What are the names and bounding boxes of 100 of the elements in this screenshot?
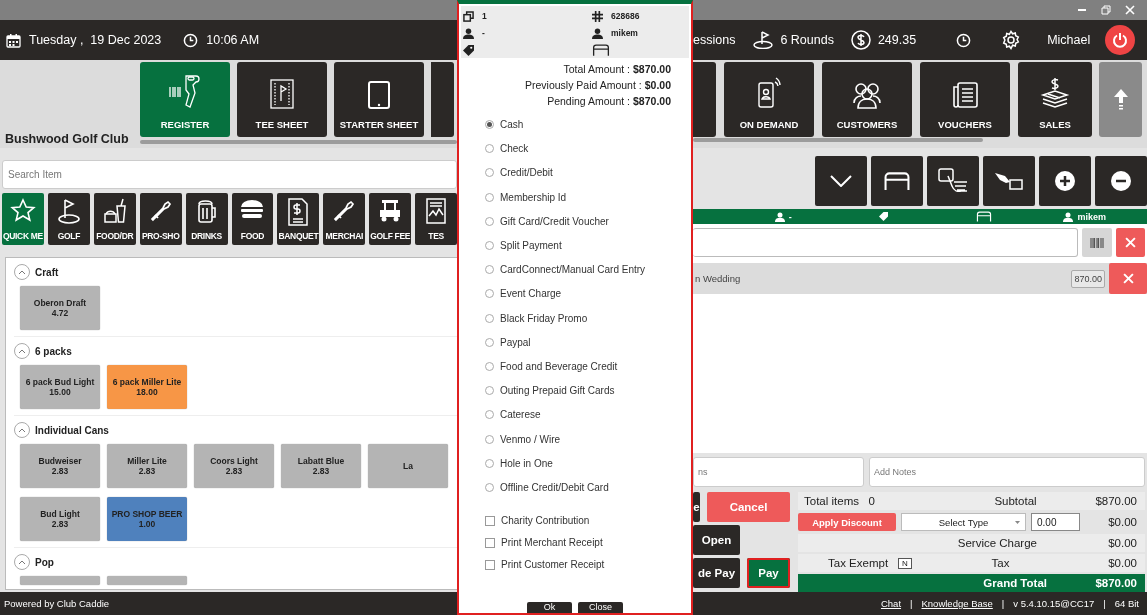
- scrollbar[interactable]: [140, 140, 457, 144]
- product-button[interactable]: Bud Light 2.83: [20, 497, 100, 541]
- payment-method-option[interactable]: Black Friday Promo: [485, 309, 691, 327]
- product-button[interactable]: Miller Lite 2.83: [107, 444, 187, 488]
- remove-button[interactable]: [1095, 156, 1147, 206]
- payment-method-option[interactable]: Hole in One: [485, 454, 691, 472]
- minus-icon: [1110, 170, 1132, 192]
- nav-tile[interactable]: CUSTOMERS: [822, 62, 912, 137]
- barcode-field[interactable]: [693, 228, 1078, 257]
- nav-tile[interactable]: SALES: [1018, 62, 1092, 137]
- option-checkbox-row[interactable]: Charity Contribution: [485, 512, 691, 530]
- payment-method-option[interactable]: Paypal: [485, 333, 691, 351]
- close-button[interactable]: [1125, 5, 1135, 15]
- collapse-button[interactable]: [14, 422, 30, 438]
- category-tab[interactable]: PRO-SHO: [139, 193, 182, 245]
- checkbox[interactable]: [485, 537, 495, 548]
- product-button[interactable]: 6 pack Miller Lite 18.00: [107, 365, 187, 409]
- category-tab[interactable]: TES: [415, 193, 457, 245]
- payment-method-option[interactable]: Cash: [485, 116, 691, 134]
- footer-link[interactable]: Chat: [880, 598, 902, 609]
- payment-method-option[interactable]: CardConnect/Manual Card Entry: [485, 261, 691, 279]
- payment-method-option[interactable]: Venmo / Wire: [485, 430, 691, 448]
- footer-link[interactable]: Knowledge Base: [921, 598, 993, 609]
- payment-method-option[interactable]: Credit/Debit: [485, 164, 691, 182]
- dialog-button[interactable]: Close: [578, 602, 623, 613]
- scrollbar[interactable]: [693, 138, 983, 142]
- checkbox[interactable]: [485, 515, 495, 526]
- product-button[interactable]: Oberon Draft 4.72: [20, 286, 100, 330]
- category-tab[interactable]: GOLF FEE: [369, 193, 412, 245]
- invoice-icon: [287, 198, 310, 226]
- category-tab[interactable]: QUICK ME: [2, 193, 44, 245]
- payment-method-option[interactable]: Event Charge: [485, 285, 691, 303]
- people-icon: [851, 81, 883, 109]
- restore-icon: [1101, 5, 1111, 15]
- expand-button[interactable]: [815, 156, 867, 206]
- category-tab[interactable]: FOOD: [231, 193, 274, 245]
- product-button[interactable]: Budweiser 2.83: [20, 444, 100, 488]
- chevron-up-icon: [18, 269, 26, 275]
- history-button[interactable]: [956, 32, 972, 48]
- category-tab[interactable]: MERCHAI: [323, 193, 366, 245]
- minimize-button[interactable]: [1077, 9, 1087, 11]
- nav-tile[interactable]: [693, 62, 716, 137]
- action-button[interactable]: e: [693, 492, 700, 522]
- payment-method-option[interactable]: Offline Credit/Debit Card: [485, 478, 691, 496]
- payment-method-option[interactable]: Gift Card/Credit Voucher: [485, 212, 691, 230]
- section-title: Individual Cans: [35, 424, 109, 436]
- category-tab[interactable]: BANQUET: [277, 193, 320, 245]
- customer-text: -: [482, 28, 485, 38]
- action-button[interactable]: Pay: [747, 558, 790, 588]
- tax-exempt-toggle[interactable]: N: [898, 557, 912, 569]
- collapse-button[interactable]: [14, 264, 30, 280]
- payment-method-option[interactable]: Membership Id: [485, 188, 691, 206]
- action-button[interactable]: Open: [693, 525, 740, 555]
- option-checkbox-row[interactable]: Print Merchant Receipt: [485, 534, 691, 552]
- tap-card-button[interactable]: [927, 156, 979, 206]
- payment-method-option[interactable]: Outing Prepaid Gift Cards: [485, 382, 691, 400]
- discount-field[interactable]: 0.00: [1031, 513, 1080, 531]
- nav-tile[interactable]: REGISTER: [140, 62, 230, 137]
- section-title: Craft: [35, 266, 59, 278]
- dialog-button[interactable]: Ok: [527, 602, 572, 613]
- phone-person-icon: [757, 77, 781, 109]
- nav-tile[interactable]: TEE SHEET: [237, 62, 327, 137]
- nav-tile[interactable]: VOUCHERS: [920, 62, 1010, 137]
- power-button[interactable]: [1105, 25, 1135, 55]
- payment-method-option[interactable]: Split Payment: [485, 236, 691, 255]
- scroll-up-button[interactable]: [1099, 62, 1142, 137]
- table-button[interactable]: [871, 156, 923, 206]
- search-field[interactable]: Search Item: [2, 160, 457, 189]
- product-button[interactable]: Coors Light 2.83: [194, 444, 274, 488]
- collapse-button[interactable]: [14, 554, 30, 570]
- category-tab[interactable]: GOLF: [47, 193, 90, 245]
- nav-tile[interactable]: ON DEMAND: [724, 62, 814, 137]
- remove-line-button[interactable]: [1109, 263, 1147, 294]
- sessions-text: essions: [693, 33, 736, 47]
- product-button[interactable]: Labatt Blue 2.83: [281, 444, 361, 488]
- collapse-button[interactable]: [14, 343, 30, 359]
- restore-button[interactable]: [1101, 5, 1111, 15]
- category-tab[interactable]: FOOD/DR: [93, 193, 136, 245]
- settings-button[interactable]: [1001, 30, 1022, 50]
- nav-tile[interactable]: STARTER SHEET: [334, 62, 424, 137]
- product-button[interactable]: PRO SHOP BEER 1.00: [107, 497, 187, 541]
- notes-field[interactable]: ns: [693, 457, 864, 487]
- card-payment-button[interactable]: [983, 156, 1035, 206]
- add-button[interactable]: [1039, 156, 1091, 206]
- barcode-button[interactable]: [1082, 228, 1112, 257]
- minimize-icon: [1077, 9, 1087, 11]
- clear-button[interactable]: [1116, 228, 1145, 257]
- nav-tile[interactable]: [431, 62, 454, 137]
- option-checkbox-row[interactable]: Print Customer Receipt: [485, 556, 691, 574]
- amount-field[interactable]: 870.00: [1071, 269, 1105, 288]
- discount-type-dropdown[interactable]: Select Type: [901, 513, 1026, 531]
- notes-field[interactable]: Add Notes: [869, 457, 1145, 487]
- action-button[interactable]: de Pay: [693, 558, 740, 588]
- payment-method-option[interactable]: Caterese: [485, 406, 691, 424]
- product-button[interactable]: 6 pack Bud Light 15.00: [20, 365, 100, 409]
- checkbox[interactable]: [485, 559, 495, 570]
- category-tab[interactable]: DRINKS: [185, 193, 228, 245]
- product-button[interactable]: La: [368, 444, 448, 488]
- payment-method-option[interactable]: Food and Beverage Credit: [485, 357, 691, 376]
- payment-method-option[interactable]: Check: [485, 140, 691, 158]
